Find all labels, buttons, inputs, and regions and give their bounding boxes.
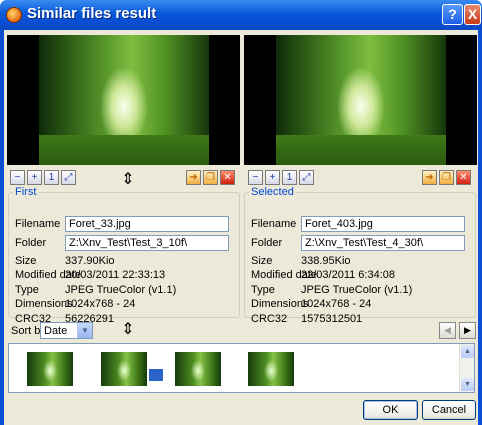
first-size-value: 337.90Kio [65, 255, 115, 267]
zoom-in-icon[interactable]: + [27, 170, 42, 185]
dialog-body: − + 1 ⤢ ⇕ ➜ ❐ ✕ − + 1 ⤢ ➜ ❐ ✕ First File… [4, 30, 478, 425]
fit-window-icon[interactable]: ⤢ [61, 170, 76, 185]
help-button[interactable]: ? [442, 4, 463, 25]
scroll-up-icon[interactable]: ▲ [461, 345, 474, 358]
zoom-in-icon[interactable]: + [265, 170, 280, 185]
selected-filename-field[interactable]: Foret_403.jpg [301, 216, 465, 232]
delete-icon[interactable]: ✕ [456, 170, 471, 185]
folder-label: Folder [15, 237, 47, 249]
selected-folder-field[interactable]: Z:\Xnv_Test\Test_4_30f\ [301, 235, 465, 251]
prev-icon[interactable]: ◀ [439, 322, 456, 339]
selected-size-value: 338.95Kio [301, 255, 351, 267]
sort-by-select[interactable]: Date ▼ [40, 322, 93, 339]
selected-file-group: Selected Filename Foret_403.jpg Folder Z… [244, 186, 476, 325]
similar-files-window: Similar files result ? X − + 1 ⤢ ⇕ ➜ ❐ ✕… [0, 0, 482, 425]
next-icon[interactable]: ▶ [459, 322, 476, 339]
fit-window-icon[interactable]: ⤢ [299, 170, 314, 185]
delete-icon[interactable]: ✕ [220, 170, 235, 185]
first-filename-field[interactable]: Foret_33.jpg [65, 216, 229, 232]
first-dimensions-value: 1024x768 - 24 [65, 298, 136, 310]
thumbnail[interactable] [101, 352, 147, 386]
title-bar[interactable]: Similar files result ? X [0, 0, 482, 30]
copy-file-icon[interactable]: ❐ [439, 170, 454, 185]
first-modified-value: 20/03/2011 22:33:13 [65, 269, 166, 281]
forest-photo [39, 35, 209, 165]
first-image-preview[interactable] [7, 35, 240, 165]
sort-by-value: Date [44, 325, 68, 337]
zoom-out-icon[interactable]: − [10, 170, 25, 185]
forest-photo [276, 35, 446, 165]
type-label: Type [251, 284, 275, 296]
group-label-first: First [15, 186, 37, 198]
selected-image-preview[interactable] [244, 35, 477, 165]
copy-file-icon[interactable]: ❐ [203, 170, 218, 185]
dimensions-label: Dimensions [251, 298, 309, 310]
splitter-icon[interactable]: ⇕ [118, 321, 138, 341]
selected-crc-value: 1575312501 [301, 313, 363, 325]
group-label-selected: Selected [251, 186, 294, 198]
vertical-scrollbar[interactable]: ▲ ▼ [459, 344, 474, 392]
crc-label: CRC32 [251, 313, 288, 325]
window-title: Similar files result [27, 5, 157, 22]
thumbnail[interactable] [175, 352, 221, 386]
size-label: Size [15, 255, 37, 267]
type-label: Type [15, 284, 39, 296]
selected-dimensions-value: 1024x768 - 24 [301, 298, 372, 310]
app-icon [6, 7, 22, 23]
cancel-button[interactable]: Cancel [422, 400, 476, 420]
ok-button[interactable]: OK [363, 400, 418, 420]
zoom-out-icon[interactable]: − [248, 170, 263, 185]
similar-thumbnails-list[interactable]: ▲ ▼ [8, 343, 475, 393]
filename-label: Filename [15, 218, 61, 230]
zoom-100-icon[interactable]: 1 [282, 170, 297, 185]
scroll-down-icon[interactable]: ▼ [461, 378, 474, 391]
first-file-group: First Filename Foret_33.jpg Folder Z:\Xn… [8, 186, 240, 325]
zoom-100-icon[interactable]: 1 [44, 170, 59, 185]
size-label: Size [251, 255, 273, 267]
close-button[interactable]: X [464, 4, 481, 25]
chevron-down-icon[interactable]: ▼ [77, 323, 92, 338]
selected-modified-value: 22/03/2011 6:34:08 [301, 269, 395, 281]
first-type-value: JPEG TrueColor (v1.1) [65, 284, 177, 296]
filename-label: Filename [251, 218, 297, 230]
thumbnail[interactable] [27, 352, 73, 386]
first-folder-field[interactable]: Z:\Xnv_Test\Test_3_10f\ [65, 235, 229, 251]
move-file-icon[interactable]: ➜ [422, 170, 437, 185]
selected-type-value: JPEG TrueColor (v1.1) [301, 284, 413, 296]
selection-marker [149, 369, 163, 381]
folder-label: Folder [251, 237, 283, 249]
thumbnail[interactable] [248, 352, 294, 386]
move-file-icon[interactable]: ➜ [186, 170, 201, 185]
dimensions-label: Dimensions [15, 298, 73, 310]
